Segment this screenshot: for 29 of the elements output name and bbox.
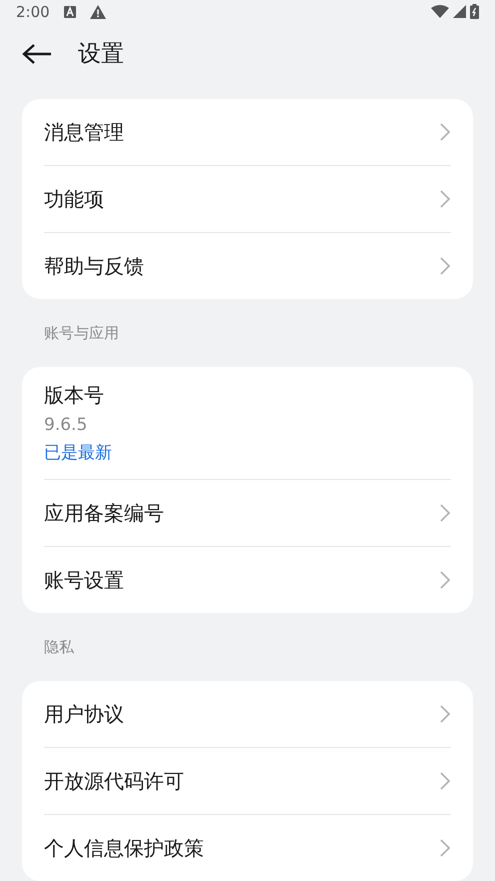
warning-icon: [90, 4, 106, 19]
signal-icon: [453, 5, 466, 18]
chevron-icon: [439, 503, 451, 523]
row-label: 版本号: [44, 382, 105, 409]
settings-row[interactable]: 消息管理: [44, 99, 451, 165]
settings-row[interactable]: 开放源代码许可: [44, 748, 451, 814]
settings-row[interactable]: 个人信息保护政策: [44, 815, 451, 881]
battery-icon: [470, 4, 479, 20]
section-header: 账号与应用: [44, 322, 119, 344]
chevron-icon: [439, 838, 451, 858]
font-icon: [64, 6, 76, 18]
version-text: 9.6.5: [44, 414, 88, 437]
chevron-icon: [439, 122, 451, 142]
settings-row[interactable]: 用户协议: [44, 681, 451, 747]
settings-row[interactable]: 应用备案编号: [44, 480, 451, 546]
chevron-icon: [439, 704, 451, 724]
chevron-icon: [439, 256, 451, 276]
settings-row[interactable]: 帮助与反馈: [44, 233, 451, 299]
settings-row[interactable]: 账号设置: [44, 547, 451, 613]
page-title: 设置: [78, 40, 124, 70]
chevron-icon: [439, 189, 451, 209]
status-time: 2:00: [16, 2, 50, 23]
chevron-icon: [439, 771, 451, 791]
settings-row[interactable]: 功能项: [44, 166, 451, 232]
status-text: 已是最新: [44, 442, 113, 465]
chevron-icon: [439, 570, 451, 590]
wifi-icon: [431, 5, 449, 18]
back-icon[interactable]: [22, 43, 52, 66]
section-header: 隐私: [44, 636, 74, 658]
